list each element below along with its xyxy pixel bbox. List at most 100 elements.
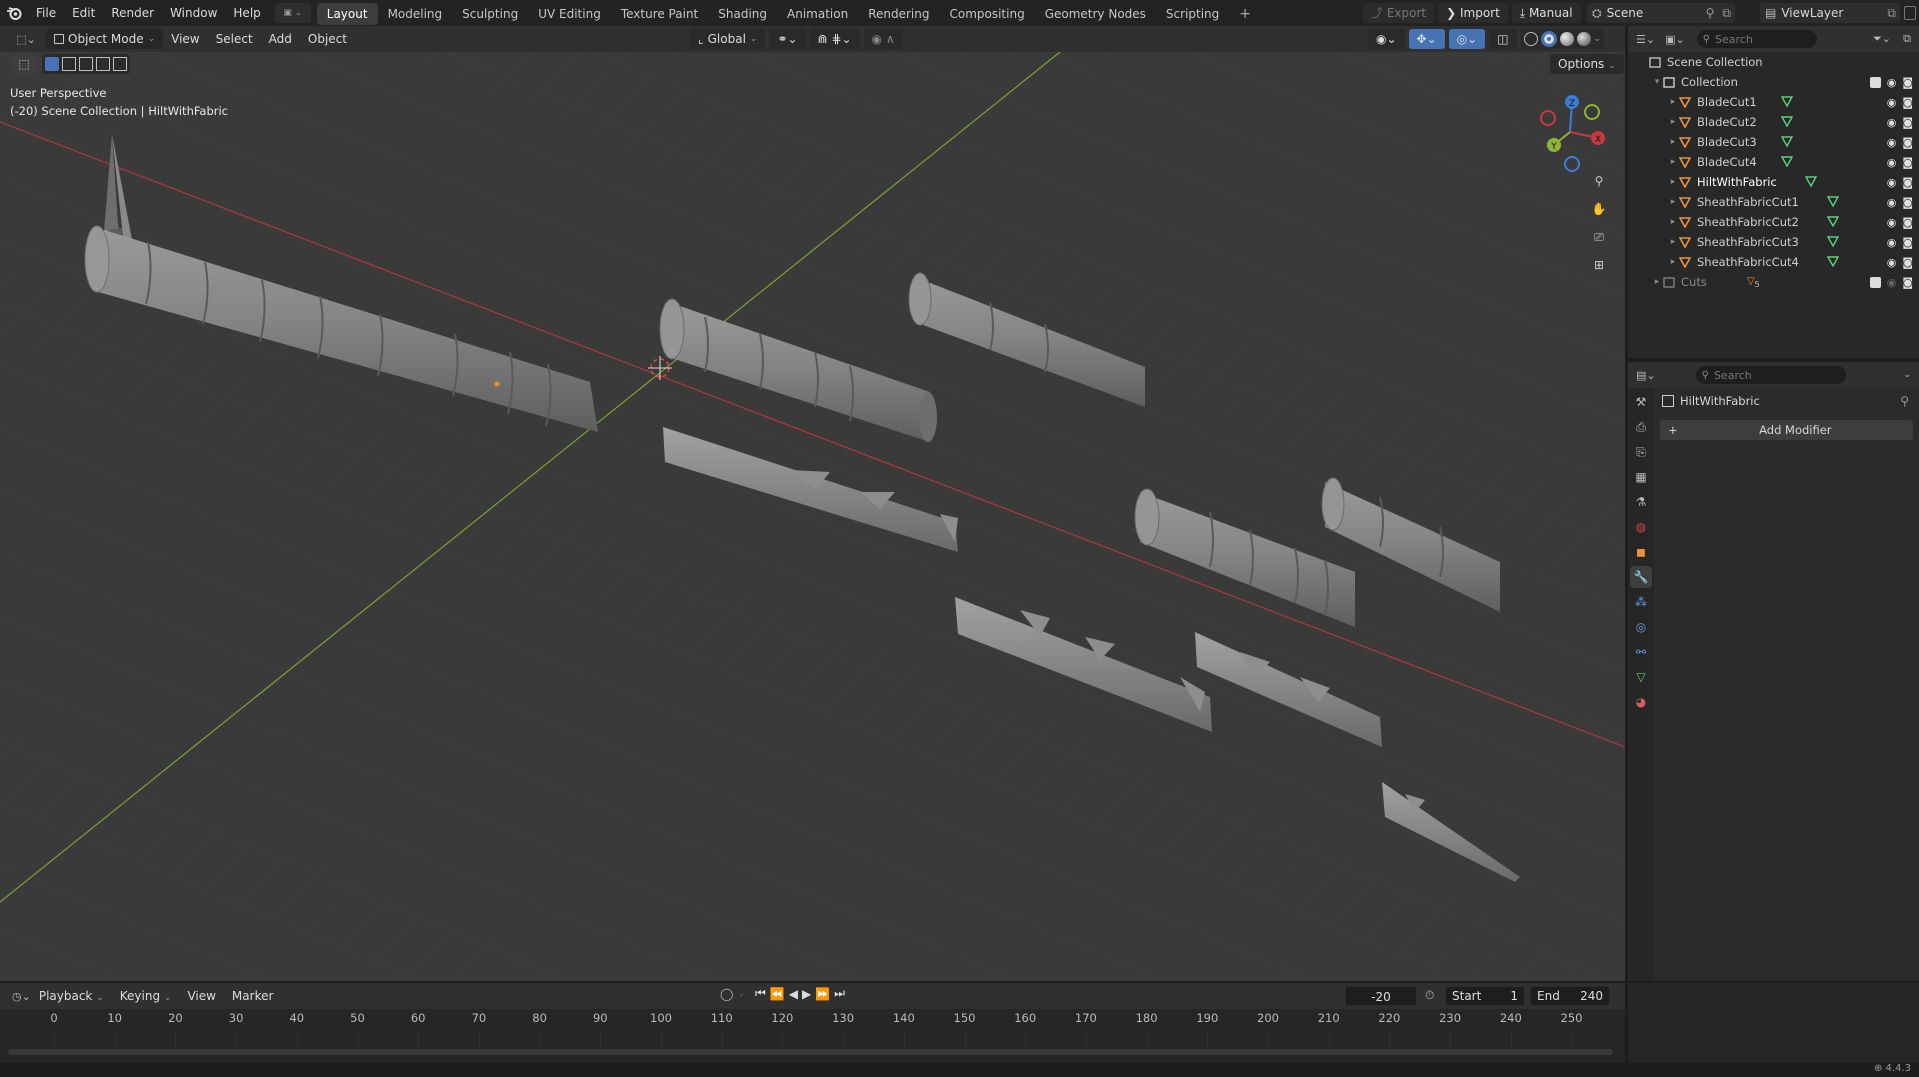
3d-viewport[interactable]: ⬚ User Perspective (-20) Scene Collectio…	[0, 52, 1625, 981]
tab-scripting[interactable]: Scripting	[1156, 3, 1229, 25]
mesh-data-icon[interactable]	[1826, 195, 1840, 210]
tab-geometry-nodes[interactable]: Geometry Nodes	[1035, 3, 1156, 25]
display-mode-icon[interactable]: ▣⌄	[1665, 33, 1685, 46]
pin-icon[interactable]: ⚲	[1702, 6, 1719, 20]
camera-icon[interactable]: ◙	[1902, 76, 1913, 89]
new-collection-icon[interactable]: ⧉	[1903, 32, 1911, 46]
timeline-area[interactable]: 0 10 20 30 40 50 60 70 80 90 100 110 120 130 140 150 160…	[0, 1009, 1625, 1063]
export-button[interactable]: ⤴ Export	[1363, 3, 1435, 23]
camera-view-icon[interactable]: ⎚	[1588, 226, 1610, 248]
outliner-item[interactable]: ▸ BladeCut2 ◉ ◙	[1628, 112, 1919, 132]
xray-toggle-icon[interactable]: ◫	[1489, 29, 1517, 49]
proportional-edit-icon[interactable]: ◉ ∧	[863, 29, 903, 49]
particles-tab-icon[interactable]: ⁂	[1630, 591, 1652, 613]
exclude-checkbox[interactable]	[1869, 76, 1881, 88]
tab-rendering[interactable]: Rendering	[858, 3, 939, 25]
eye-icon[interactable]: ◉	[1887, 116, 1897, 129]
outliner-editor-type-icon[interactable]: ☰⌄	[1636, 33, 1655, 46]
eye-icon[interactable]: ◉	[1887, 76, 1897, 89]
select-new-icon[interactable]	[45, 57, 59, 71]
overlay-toggle-icon[interactable]: ◎⌄	[1448, 29, 1486, 49]
select-intersect-icon[interactable]	[113, 57, 127, 71]
object-tab-icon[interactable]: ◼	[1630, 541, 1652, 563]
wireframe-shading-icon[interactable]	[1523, 32, 1538, 46]
eye-icon[interactable]: ◉	[1887, 96, 1897, 109]
chevron-right-icon[interactable]: ▸	[1668, 137, 1678, 147]
chevron-right-icon[interactable]: ▸	[1668, 177, 1678, 187]
menu-add[interactable]: Add	[261, 26, 300, 52]
chevron-down-icon[interactable]: ⌄	[1903, 370, 1911, 380]
menu-render[interactable]: Render	[103, 0, 162, 26]
modifier-tab-icon[interactable]: 🔧	[1630, 566, 1652, 588]
mesh-data-icon[interactable]	[1780, 95, 1793, 110]
mesh-data-icon[interactable]	[1826, 255, 1840, 270]
menu-select[interactable]: Select	[208, 26, 261, 52]
tool-tab-icon[interactable]: ⚒	[1630, 391, 1652, 413]
camera-icon[interactable]: ◙	[1902, 216, 1913, 229]
viewport-editor-type-icon[interactable]: ⬚⌄	[12, 29, 40, 49]
properties-search-input[interactable]: ⚲ Search	[1695, 366, 1846, 384]
chevron-down-icon[interactable]: ⌄	[1594, 34, 1602, 44]
camera-icon[interactable]: ◙	[1902, 136, 1913, 149]
orientation-dropdown[interactable]: ⌞ Global ⌄	[690, 29, 766, 49]
record-icon[interactable]: ◯	[720, 987, 733, 1001]
select-subtract-icon[interactable]	[79, 57, 93, 71]
chevron-right-icon[interactable]: ▸	[1652, 277, 1662, 287]
properties-editor-type-icon[interactable]: ▤⌄	[1636, 369, 1656, 382]
chevron-right-icon[interactable]: ▸	[1668, 157, 1678, 167]
navigation-gizmo[interactable]: Z X Y	[1530, 92, 1610, 172]
tab-layout[interactable]: Layout	[316, 3, 378, 25]
timeline-scrollbar[interactable]	[8, 1049, 1613, 1055]
eye-icon[interactable]: ◉	[1887, 136, 1897, 149]
visibility-icon[interactable]: ◉⌄	[1368, 29, 1405, 49]
eye-icon[interactable]: ◉	[1887, 236, 1897, 249]
import-button[interactable]: ❯ Import	[1438, 3, 1508, 23]
camera-icon[interactable]: ◙	[1902, 236, 1913, 249]
chevron-right-icon[interactable]: ▸	[1668, 197, 1678, 207]
blender-logo-icon[interactable]	[0, 0, 28, 26]
outliner-collection[interactable]: ▾ Collection ◉ ◙	[1628, 72, 1919, 92]
eye-icon[interactable]: ◉	[1887, 156, 1897, 169]
options-dropdown[interactable]: Options ⌄	[1550, 54, 1624, 74]
stopwatch-icon[interactable]: ⏱	[1425, 988, 1434, 1003]
pin-icon[interactable]: ⚲	[1900, 394, 1909, 408]
mesh-data-icon[interactable]	[1804, 175, 1818, 190]
mesh-data-icon[interactable]	[1826, 215, 1840, 230]
remove-viewlayer-icon[interactable]	[1904, 6, 1916, 20]
start-frame-field[interactable]: Start 1	[1445, 986, 1525, 1006]
outliner-item[interactable]: ▸ BladeCut3 ◉ ◙	[1628, 132, 1919, 152]
rendered-shading-icon[interactable]	[1576, 32, 1591, 46]
zoom-icon[interactable]: ⚲	[1588, 170, 1610, 192]
outliner-item[interactable]: ▸ BladeCut4 ◉ ◙	[1628, 152, 1919, 172]
camera-icon[interactable]: ◙	[1902, 176, 1913, 189]
chevron-right-icon[interactable]: ▸	[1668, 257, 1678, 267]
material-tab-icon[interactable]: ◕	[1630, 691, 1652, 713]
view-layer-tab-icon[interactable]: ▦	[1630, 466, 1652, 488]
camera-icon[interactable]: ◙	[1902, 96, 1913, 109]
eye-icon[interactable]: ◉	[1887, 276, 1897, 289]
jump-end-icon[interactable]: ⏭	[834, 986, 845, 1001]
menu-file[interactable]: File	[28, 0, 64, 26]
menu-playback[interactable]: Playback ⌄	[31, 983, 112, 1009]
timeline-editor-type-icon[interactable]: ◷⌄	[12, 990, 31, 1003]
outliner-item[interactable]: ▸ SheathFabricCut3 ◉ ◙	[1628, 232, 1919, 252]
chevron-right-icon[interactable]: ▸	[1668, 97, 1678, 107]
mesh-data-icon[interactable]	[1780, 115, 1793, 130]
menu-help[interactable]: Help	[225, 0, 268, 26]
material-shading-icon[interactable]	[1559, 32, 1574, 46]
new-scene-icon[interactable]: ⧉	[1718, 6, 1735, 21]
camera-icon[interactable]: ◙	[1902, 276, 1913, 289]
world-tab-icon[interactable]: ◍	[1630, 516, 1652, 538]
camera-icon[interactable]: ◙	[1902, 196, 1913, 209]
camera-icon[interactable]: ◙	[1902, 116, 1913, 129]
render-tab-icon[interactable]: ⎙	[1630, 416, 1652, 438]
chevron-down-icon[interactable]: ▾	[1652, 77, 1662, 87]
eye-icon[interactable]: ◉	[1887, 176, 1897, 189]
select-tool-icon[interactable]: ⬚	[12, 54, 36, 74]
filter-icon[interactable]: ⏷⌄	[1873, 32, 1891, 46]
select-invert-icon[interactable]	[96, 57, 110, 71]
tab-animation[interactable]: Animation	[777, 3, 858, 25]
menu-timeline-view[interactable]: View	[179, 983, 223, 1009]
mesh-data-icon[interactable]	[1780, 155, 1793, 170]
editor-type-dropdown[interactable]: ▣ ⌄	[274, 3, 311, 23]
